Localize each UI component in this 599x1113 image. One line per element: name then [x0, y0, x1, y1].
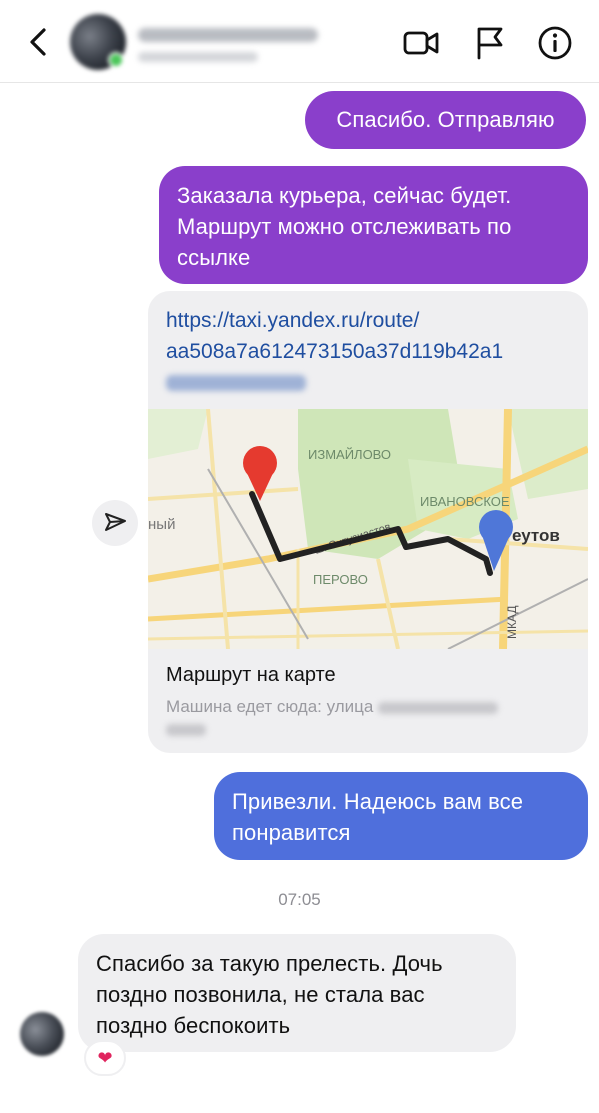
- message-text: Спасибо. Отправляю: [336, 107, 555, 132]
- link-url-line: aa508a7a612473150a37d119b42a1: [166, 340, 504, 363]
- back-chevron-icon[interactable]: [22, 24, 56, 60]
- chat-header: [0, 0, 599, 83]
- timestamp: 07:05: [278, 890, 321, 909]
- route-map[interactable]: ИЗМАЙЛОВО ИВАНОВСКОЕ еутов ПЕРОВО ный МК…: [148, 409, 588, 649]
- message-text: Заказала курьера, сейчас будет. Маршрут …: [177, 183, 512, 270]
- message-bubble-incoming[interactable]: Спасибо за такую прелесть. Дочь поздно п…: [78, 934, 516, 1052]
- redacted-text: [166, 723, 206, 736]
- contact-avatar[interactable]: [70, 14, 126, 70]
- map-label-reutov: еутов: [512, 526, 560, 545]
- link-card-subtitle-text: Машина едет сюда: улица: [166, 697, 374, 716]
- message-text: Привезли. Надеюсь вам все понравится: [232, 789, 524, 845]
- map-label-left: ный: [148, 516, 175, 533]
- message-text: Спасибо за такую прелесть. Дочь поздно п…: [96, 951, 443, 1038]
- link-url[interactable]: https://taxi.yandex.ru/route/ aa508a7a61…: [166, 305, 576, 400]
- link-card-title: Маршрут на карте: [166, 664, 336, 686]
- sender-avatar[interactable]: [20, 1012, 64, 1056]
- info-icon[interactable]: [536, 24, 574, 62]
- redacted-text: [378, 701, 499, 714]
- message-bubble-outgoing[interactable]: Привезли. Надеюсь вам все понравится: [214, 772, 588, 860]
- message-bubble-outgoing[interactable]: Спасибо. Отправляю: [305, 91, 586, 149]
- link-preview-card[interactable]: https://taxi.yandex.ru/route/ aa508a7a61…: [148, 291, 588, 753]
- heart-icon: ❤: [97, 1048, 113, 1068]
- send-icon: [105, 513, 126, 531]
- link-url-line: https://taxi.yandex.ru/route/: [166, 309, 420, 332]
- flag-icon[interactable]: [470, 24, 508, 62]
- message-bubble-outgoing[interactable]: Заказала курьера, сейчас будет. Маршрут …: [159, 166, 588, 284]
- contact-name[interactable]: [138, 28, 318, 42]
- map-label-mkad: МКАД: [505, 605, 519, 639]
- online-indicator: [108, 52, 124, 68]
- reaction-badge[interactable]: ❤: [84, 1040, 126, 1076]
- link-card-subtitle: Машина едет сюда: улица: [166, 696, 566, 740]
- share-button[interactable]: [92, 500, 138, 546]
- video-call-icon[interactable]: [402, 24, 440, 62]
- map-label-izmaylovo: ИЗМАЙЛОВО: [308, 447, 391, 462]
- map-label-ivanovskoe: ИВАНОВСКОЕ: [420, 494, 510, 509]
- map-label-perovo: ПЕРОВО: [313, 572, 368, 587]
- contact-status: [138, 52, 258, 62]
- link-url-redacted: [166, 375, 306, 391]
